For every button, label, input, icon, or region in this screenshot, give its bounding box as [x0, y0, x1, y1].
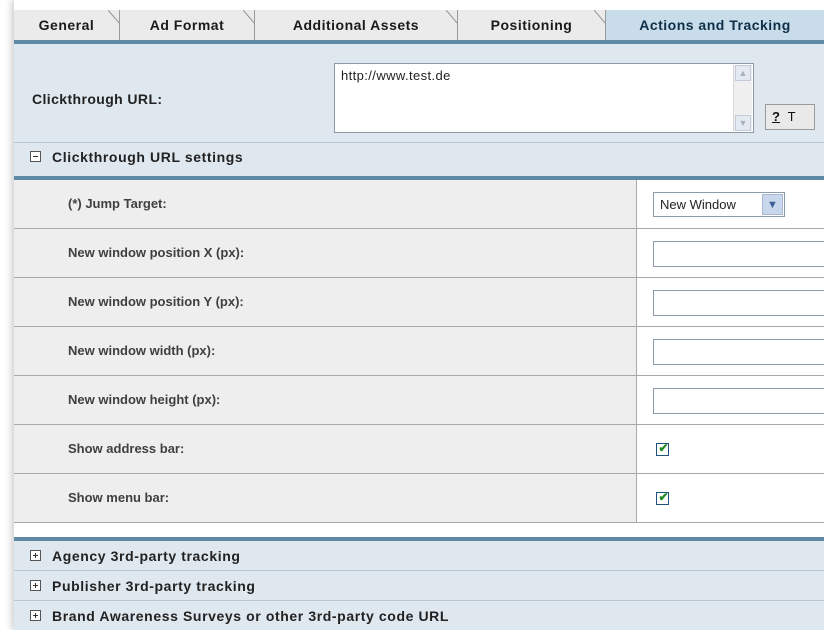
expand-icon[interactable]: [30, 550, 41, 561]
tab-actions-and-tracking[interactable]: Actions and Tracking: [606, 10, 824, 40]
jump-target-label: (*) Jump Target:: [68, 196, 167, 211]
section-title: Agency 3rd-party tracking: [52, 548, 241, 564]
section-title: Publisher 3rd-party tracking: [52, 578, 256, 594]
help-text: T: [787, 109, 796, 124]
jump-target-select[interactable]: New Window ▼: [653, 192, 785, 217]
tab-additional-assets[interactable]: Additional Assets: [255, 10, 458, 40]
tab-general[interactable]: General: [14, 10, 120, 40]
address-bar-label: Show address bar:: [68, 441, 185, 456]
menu-bar-checkbox[interactable]: ✔: [656, 490, 669, 505]
setting-row-position-x: New window position X (px):: [14, 229, 824, 278]
help-icon: ?: [772, 109, 780, 124]
section-clickthrough-settings[interactable]: Clickthrough URL settings: [14, 143, 824, 180]
checkmark-icon: ✔: [658, 441, 669, 455]
value-cell: ✔: [636, 425, 824, 473]
tab-ad-format[interactable]: Ad Format: [120, 10, 255, 40]
value-cell: [636, 376, 824, 424]
setting-row-jump-target: (*) Jump Target: New Window ▼: [14, 180, 824, 229]
position-x-input[interactable]: [653, 241, 824, 267]
section-publisher-tracking[interactable]: Publisher 3rd-party tracking: [14, 571, 824, 601]
window-width-input[interactable]: [653, 339, 824, 365]
window-height-label: New window height (px):: [68, 392, 221, 407]
textarea-scrollbar[interactable]: ▲ ▼: [733, 65, 752, 131]
jump-target-value: New Window: [660, 197, 736, 212]
window-height-input[interactable]: [653, 388, 824, 414]
chevron-down-icon[interactable]: ▼: [762, 194, 783, 215]
setting-row-position-y: New window position Y (px):: [14, 278, 824, 327]
clickthrough-url-value: http://www.test.de: [341, 68, 451, 83]
position-x-label: New window position X (px):: [68, 245, 245, 260]
ad-editor-panel: General Ad Format Additional Assets Posi…: [14, 0, 824, 630]
value-cell: New Window ▼: [636, 180, 824, 228]
tab-bar: General Ad Format Additional Assets Posi…: [14, 0, 824, 42]
position-y-input[interactable]: [653, 290, 824, 316]
checkmark-icon: ✔: [658, 490, 669, 504]
scroll-up-icon[interactable]: ▲: [735, 65, 751, 81]
value-cell: [636, 278, 824, 326]
section-brand-awareness[interactable]: Brand Awareness Surveys or other 3rd-par…: [14, 601, 824, 630]
value-cell: [636, 327, 824, 375]
value-cell: ✔: [636, 474, 824, 522]
setting-row-address-bar: Show address bar: ✔: [14, 425, 824, 474]
window-width-label: New window width (px):: [68, 343, 216, 358]
setting-row-window-height: New window height (px):: [14, 376, 824, 425]
menu-bar-label: Show menu bar:: [68, 490, 170, 505]
section-title: Clickthrough URL settings: [52, 149, 244, 165]
section-title: Brand Awareness Surveys or other 3rd-par…: [52, 608, 450, 624]
scroll-down-icon[interactable]: ▼: [735, 115, 751, 131]
clickthrough-label: Clickthrough URL:: [32, 91, 163, 107]
setting-row-menu-bar: Show menu bar: ✔: [14, 474, 824, 523]
section-agency-tracking[interactable]: Agency 3rd-party tracking: [14, 537, 824, 571]
expand-icon[interactable]: [30, 610, 41, 621]
clickthrough-row: Clickthrough URL: http://www.test.de ▲ ▼…: [14, 44, 824, 143]
clickthrough-url-textarea[interactable]: http://www.test.de ▲ ▼: [334, 63, 754, 133]
value-cell: [636, 229, 824, 277]
setting-row-window-width: New window width (px):: [14, 327, 824, 376]
collapse-icon[interactable]: [30, 151, 41, 162]
tab-positioning[interactable]: Positioning: [458, 10, 606, 40]
expand-icon[interactable]: [30, 580, 41, 591]
address-bar-checkbox[interactable]: ✔: [656, 441, 669, 456]
position-y-label: New window position Y (px):: [68, 294, 244, 309]
help-button[interactable]: ? T: [765, 104, 815, 130]
